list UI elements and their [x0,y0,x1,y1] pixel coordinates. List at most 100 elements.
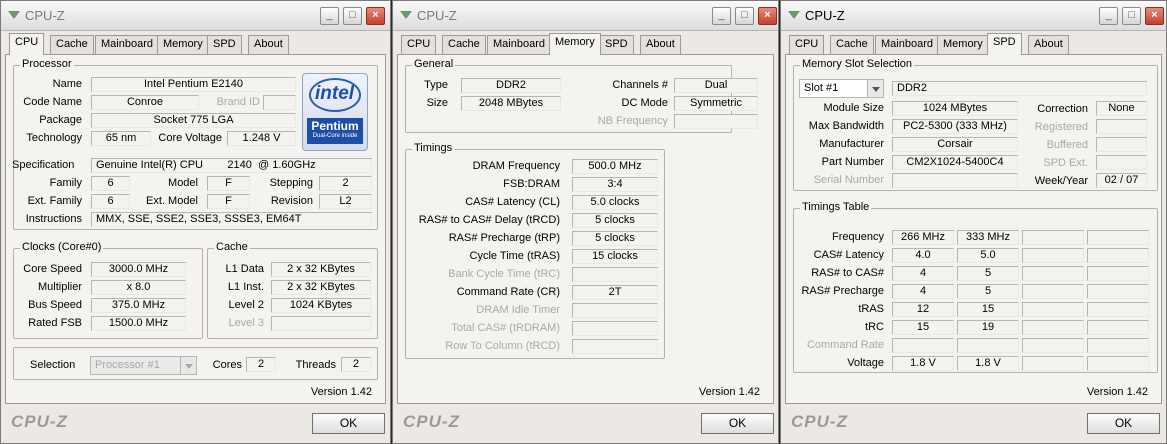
dual-core-logo-word: Dual-Core inside [312,133,358,139]
tab-memory[interactable]: Memory [549,33,601,55]
title-bar[interactable]: CPU-Z _ □ × [393,1,778,31]
intel-pentium-logo: intel Pentium Dual-Core inside [302,73,368,151]
timing-label: DRAM Frequency [472,160,560,172]
minimize-button[interactable]: _ [712,7,731,25]
tab-cache[interactable]: Cache [442,35,486,54]
timings-table-cell: 333 MHz [957,230,1019,245]
title-bar[interactable]: CPU-Z _ □ × [1,1,390,31]
tab-cpu[interactable]: CPU [9,33,45,55]
tab-spd[interactable]: SPD [207,35,242,54]
tab-about[interactable]: About [640,35,681,54]
minimize-button[interactable]: _ [320,7,339,25]
tab-memory[interactable]: Memory [937,35,989,54]
tab-cache[interactable]: Cache [830,35,874,54]
timings-table-cell: 5 [957,266,1019,281]
timing-value: 3:4 [572,177,658,192]
family-label: Family [49,177,82,189]
tab-spd[interactable]: SPD [599,35,634,54]
tab-spd[interactable]: SPD [987,33,1022,55]
l1-inst-value: 2 x 32 KBytes [271,280,371,295]
timings-table-cell [1022,320,1084,335]
channels-label: Channels # [612,79,668,91]
timings-table-cell: 5 [957,284,1019,299]
dc-mode-label: DC Mode [621,97,668,109]
timings-table-cell [1022,284,1084,299]
timings-table-cell: 4 [892,284,954,299]
timings-table-cell: 4.0 [892,248,954,263]
maximize-button[interactable]: □ [735,7,754,25]
pentium-logo-word: Pentium [311,119,359,133]
timings-table-cell [1087,248,1149,263]
intel-logo-word: intel [315,83,355,104]
close-button[interactable]: × [366,7,385,25]
timing-value [572,339,658,354]
core-speed-label: Core Speed [23,263,82,275]
ext-family-value: 6 [91,194,130,209]
nb-frequency-label: NB Frequency [597,115,668,127]
tab-cpu[interactable]: CPU [789,35,825,54]
minimize-button[interactable]: _ [1099,7,1118,25]
timings-table-cell: 15 [957,302,1019,317]
buffered-value [1096,137,1147,152]
ok-button[interactable]: OK [701,413,774,434]
timings-table-cell: 1.8 V [957,356,1019,371]
timing-label: RAS# to CAS# Delay (tRCD) [418,214,560,226]
tab-cpu[interactable]: CPU [401,35,437,54]
timings-table-cell [1087,302,1149,317]
specification-value: Genuine Intel(R) CPU 2140 @ 1.60GHz [91,158,372,173]
cpuz-brand-label: CPU-Z [791,412,848,431]
maximize-button[interactable]: □ [343,7,362,25]
tab-mainboard[interactable]: Mainboard [487,35,551,54]
cpuz-app-icon [8,11,20,19]
timings-table-cell [892,338,954,353]
spd-ext-value [1096,155,1147,170]
module-size-label: Module Size [823,102,884,114]
title-bar[interactable]: CPU-Z _ □ × [781,1,1166,31]
tab-about[interactable]: About [248,35,289,54]
slot-select[interactable]: Slot #1 [799,79,884,98]
level2-label: Level 2 [228,299,264,311]
timings-table-label: CAS# Latency [813,249,884,261]
serial-number-label: Serial Number [813,174,884,186]
close-button[interactable]: × [1145,7,1164,25]
registered-value [1096,119,1147,134]
ok-button[interactable]: OK [1087,413,1160,434]
close-button[interactable]: × [758,7,777,25]
timing-value: 5.0 clocks [572,195,658,210]
timing-label: Total CAS# (tRDRAM) [451,322,560,334]
timings-table-cell: 15 [892,320,954,335]
processor-select[interactable]: Processor #1 [90,356,197,375]
package-value: Socket 775 LGA [91,113,296,128]
size-value: 2048 MBytes [461,96,561,111]
cpuz-app-icon [788,11,800,19]
timings-table-cell: 1.8 V [892,356,954,371]
l1-data-label: L1 Data [225,263,264,275]
chevron-down-icon [180,357,196,374]
tab-cache[interactable]: Cache [50,35,94,54]
tab-mainboard[interactable]: Mainboard [875,35,939,54]
timing-value: 500.0 MHz [572,159,658,174]
window-title: CPU-Z [25,8,65,23]
timings-table-cell [1022,230,1084,245]
timings-table-cell [1087,356,1149,371]
timing-label: Row To Column (tRCD) [445,340,560,352]
l1-data-value: 2 x 32 KBytes [271,262,371,277]
timing-value: 5 clocks [572,231,658,246]
tab-memory[interactable]: Memory [157,35,209,54]
registered-label: Registered [1034,121,1088,133]
timings-table-label: tRAS [858,303,884,315]
threads-label: Threads [295,359,336,371]
timings-table-cell [1087,338,1149,353]
timing-value: 15 clocks [572,249,658,264]
version-label: Version 1.42 [310,386,372,398]
core-voltage-label: Core Voltage [158,132,222,144]
timings-table-cell [1022,248,1084,263]
maximize-button[interactable]: □ [1122,7,1141,25]
version-label: Version 1.42 [1086,386,1148,398]
manufacturer-value: Corsair [892,137,1018,152]
type-value: DDR2 [461,78,561,93]
timings-table-label: Command Rate [806,339,884,351]
tab-about[interactable]: About [1028,35,1069,54]
ok-button[interactable]: OK [312,413,385,434]
tab-mainboard[interactable]: Mainboard [95,35,159,54]
